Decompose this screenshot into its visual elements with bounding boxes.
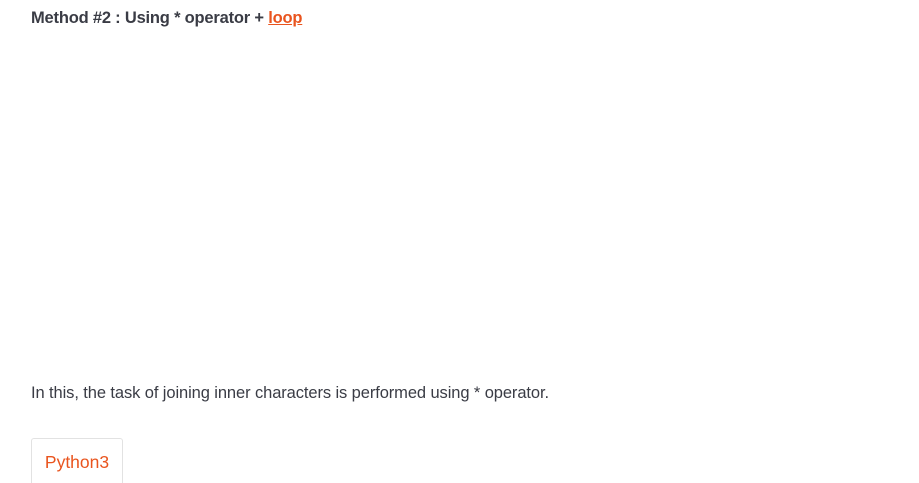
tab-python3[interactable]: Python3	[31, 438, 123, 483]
description-paragraph: In this, the task of joining inner chara…	[31, 384, 549, 402]
section-heading: Method #2 : Using * operator + loop	[31, 9, 302, 28]
loop-link[interactable]: loop	[268, 9, 302, 27]
heading-text: Method #2 : Using * operator +	[31, 9, 269, 27]
